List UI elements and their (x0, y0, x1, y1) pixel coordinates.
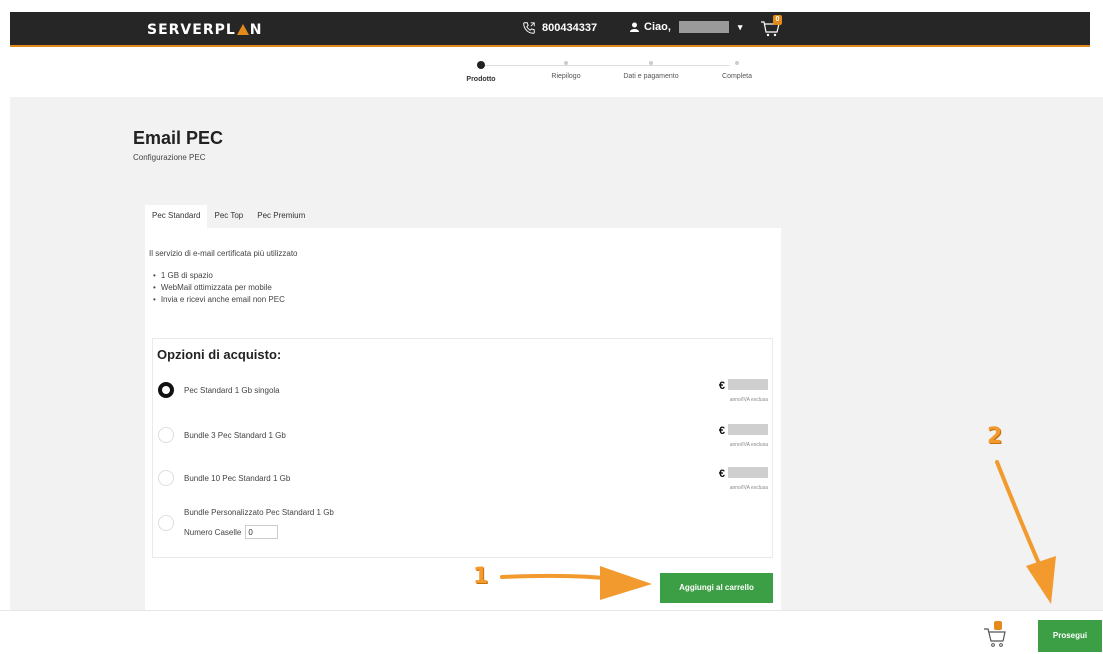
mailbox-count-label: Numero Caselle (184, 527, 242, 537)
radio-button[interactable] (158, 427, 174, 443)
option-bundle-personalizzato[interactable]: Bundle Personalizzato Pec Standard 1 Gb … (158, 507, 768, 547)
option-price: € anno/IVA esclusa (719, 376, 768, 403)
product-panel: Il servizio di e-mail certificata più ut… (145, 228, 781, 610)
page-title: Email PEC (133, 128, 224, 148)
option-label: Bundle Personalizzato Pec Standard 1 Gb (184, 508, 334, 517)
cart-count-badge (994, 621, 1002, 630)
annotation-number-1: 1 (473, 564, 489, 589)
cart-count-badge: 0 (773, 15, 782, 25)
redacted-username (678, 21, 729, 33)
tab-pec-standard[interactable]: Pec Standard (145, 205, 208, 228)
redacted-price (728, 379, 768, 390)
option-pec-standard-singola[interactable]: Pec Standard 1 Gb singola € anno/IVA esc… (158, 376, 768, 406)
option-bundle-10[interactable]: Bundle 10 Pec Standard 1 Gb € anno/IVA e… (158, 464, 768, 494)
feature-list: 1 GB di spazio WebMail ottimizzata per m… (153, 270, 285, 306)
product-description: Il servizio di e-mail certificata più ut… (149, 249, 298, 258)
price-note: anno/IVA esclusa (729, 442, 768, 448)
currency-symbol: € (718, 468, 725, 480)
option-label: Bundle 10 Pec Standard 1 Gb (184, 474, 291, 483)
page-subtitle: Configurazione PEC (133, 153, 206, 162)
annotation-number-2: 2 (987, 424, 1003, 449)
radio-button[interactable] (158, 515, 174, 531)
user-icon (630, 22, 639, 32)
logo-triangle-icon (236, 24, 249, 35)
price-note: anno/IVA esclusa (729, 397, 768, 403)
footer-cart-button[interactable] (983, 621, 1009, 649)
feature-item: WebMail ottimizzata per mobile (153, 282, 285, 294)
purchase-options: Opzioni di acquisto: Pec Standard 1 Gb s… (152, 338, 773, 558)
checkout-steps: Prodotto Riepilogo Dati e pagamento Comp… (0, 49, 1103, 97)
mailbox-count-row: Numero Caselle (184, 525, 279, 539)
redacted-price (728, 424, 768, 435)
step-dot (564, 61, 568, 65)
step-riepilogo: Riepilogo (521, 61, 611, 80)
step-completa: Completa (692, 61, 782, 80)
redacted-price (728, 467, 768, 478)
header-cart-button[interactable]: 0 (760, 15, 784, 41)
currency-symbol: € (718, 380, 725, 392)
purchase-options-heading: Opzioni di acquisto: (157, 347, 282, 362)
radio-button[interactable] (158, 470, 174, 486)
step-dati-pagamento: Dati e pagamento (606, 61, 696, 80)
radio-button[interactable] (158, 382, 174, 398)
tab-pec-top[interactable]: Pec Top (207, 205, 250, 228)
option-label: Bundle 3 Pec Standard 1 Gb (184, 431, 286, 440)
tab-pec-premium[interactable]: Pec Premium (250, 205, 312, 228)
step-dot (477, 61, 485, 69)
add-to-cart-button[interactable]: Aggiungi al carrello (660, 573, 773, 603)
option-label: Pec Standard 1 Gb singola (184, 386, 280, 395)
phone-icon (523, 22, 535, 34)
product-tabs: Pec Standard Pec Top Pec Premium (145, 205, 312, 228)
top-navbar: SERVERPL N 800434337 Ciao, ▾ 0 (10, 12, 1090, 47)
serverplan-logo[interactable]: SERVERPL N (147, 22, 263, 38)
price-note: anno/IVA esclusa (729, 485, 768, 491)
step-dot (649, 61, 653, 65)
footer-bar: Prosegui (0, 610, 1103, 654)
mailbox-count-input[interactable] (245, 525, 279, 539)
phone-contact[interactable]: 800434337 (522, 21, 597, 35)
option-bundle-3[interactable]: Bundle 3 Pec Standard 1 Gb € anno/IVA es… (158, 421, 768, 451)
option-price: € anno/IVA esclusa (719, 421, 768, 448)
user-greeting: Ciao, (644, 21, 671, 33)
currency-symbol: € (718, 425, 725, 437)
option-price: € anno/IVA esclusa (719, 464, 768, 491)
continue-button[interactable]: Prosegui (1038, 620, 1102, 652)
step-prodotto: Prodotto (436, 61, 526, 83)
user-menu[interactable]: Ciao, ▾ (630, 21, 742, 33)
feature-item: Invia e ricevi anche email non PEC (153, 294, 285, 306)
phone-number: 800434337 (542, 22, 598, 34)
step-dot (735, 61, 739, 65)
feature-item: 1 GB di spazio (153, 270, 285, 282)
chevron-down-icon: ▾ (737, 21, 743, 32)
